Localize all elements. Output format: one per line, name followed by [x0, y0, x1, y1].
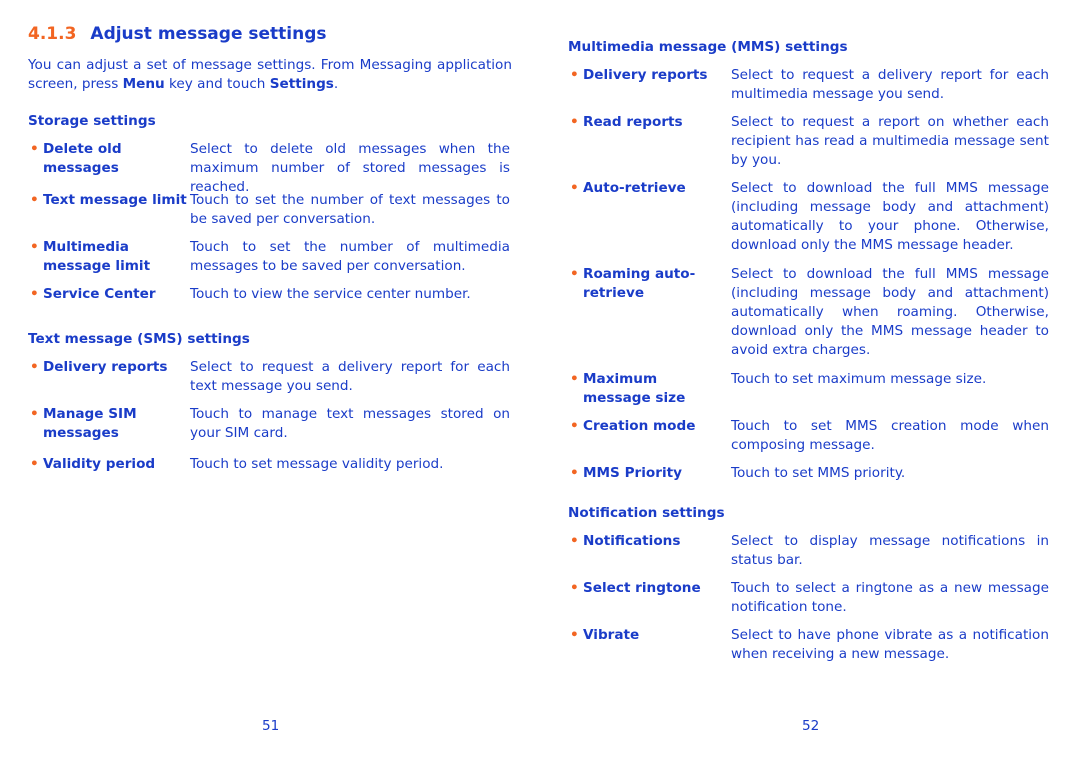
- intro-text: key and touch: [164, 76, 270, 92]
- bullet-icon: •: [30, 192, 39, 208]
- setting-term: Multimedia message limit: [43, 239, 151, 274]
- setting-term: Maximum message size: [583, 371, 686, 406]
- setting-term: Notifications: [583, 533, 681, 549]
- setting-term: Creation mode: [583, 418, 696, 434]
- bullet-icon: •: [570, 67, 579, 83]
- bullet-icon: •: [30, 286, 39, 302]
- section-title-text: Adjust message settings: [90, 24, 327, 44]
- setting-description: Select to request a delivery report for …: [190, 359, 510, 394]
- setting-term: Delivery reports: [583, 67, 708, 83]
- setting-term: Manage SIM messages: [43, 406, 137, 441]
- setting-term: Vibrate: [583, 627, 640, 643]
- setting-description: Touch to select a ringtone as a new mess…: [731, 580, 1049, 615]
- setting-description: Select to display message notifications …: [731, 533, 1049, 568]
- setting-term: MMS Priority: [583, 465, 682, 481]
- menu-key-label: Menu: [122, 76, 165, 92]
- page-number-right: 52: [802, 718, 820, 734]
- setting-term: Read reports: [583, 114, 683, 130]
- setting-description: Select to delete old messages when the m…: [190, 141, 510, 195]
- section-title: 4.1.3 Adjust message settings: [28, 23, 327, 45]
- setting-description: Select to have phone vibrate as a notifi…: [731, 627, 1049, 662]
- bullet-icon: •: [570, 371, 579, 387]
- bullet-icon: •: [570, 465, 579, 481]
- setting-term: Service Center: [43, 286, 156, 302]
- group-heading: Storage settings: [28, 113, 156, 129]
- bullet-icon: •: [30, 239, 39, 255]
- setting-description: Touch to set maximum message size.: [731, 371, 987, 387]
- intro-paragraph: You can adjust a set of message settings…: [28, 56, 512, 94]
- setting-description: Touch to set the number of multimedia me…: [190, 239, 510, 274]
- bullet-icon: •: [30, 141, 39, 157]
- setting-description: Touch to set MMS priority.: [731, 465, 906, 481]
- setting-description: Touch to view the service center number.: [190, 286, 471, 302]
- bullet-icon: •: [570, 180, 579, 196]
- setting-description: Touch to set message validity period.: [190, 456, 444, 472]
- bullet-icon: •: [30, 456, 39, 472]
- setting-description: Select to request a report on whether ea…: [731, 114, 1049, 168]
- bullet-icon: •: [30, 359, 39, 375]
- manual-page-spread: 4.1.3 Adjust message settings You can adj…: [0, 0, 1080, 767]
- bullet-icon: •: [570, 418, 579, 434]
- setting-term: Text message limit: [43, 192, 187, 208]
- group-heading: Notification settings: [568, 505, 725, 521]
- page-number-left: 51: [262, 718, 280, 734]
- setting-description: Select to download the full MMS message …: [731, 180, 1049, 253]
- setting-term: Validity period: [43, 456, 156, 472]
- setting-description: Touch to set the number of text messages…: [190, 192, 510, 227]
- bullet-icon: •: [30, 406, 39, 422]
- setting-term: Select ringtone: [583, 580, 701, 596]
- bullet-icon: •: [570, 533, 579, 549]
- group-heading: Text message (SMS) settings: [28, 331, 250, 347]
- setting-term: Delivery reports: [43, 359, 168, 375]
- setting-description: Select to request a delivery report for …: [731, 67, 1049, 102]
- setting-description: Touch to manage text messages stored on …: [190, 406, 510, 441]
- bullet-icon: •: [570, 627, 579, 643]
- setting-term: Auto-retrieve: [583, 180, 686, 196]
- group-heading: Multimedia message (MMS) settings: [568, 39, 848, 55]
- bullet-icon: •: [570, 114, 579, 130]
- setting-description: Select to download the full MMS message …: [731, 266, 1049, 358]
- setting-term: Delete old messages: [43, 141, 122, 176]
- setting-description: Touch to set MMS creation mode when comp…: [731, 418, 1049, 453]
- section-number: 4.1.3: [28, 24, 77, 44]
- bullet-icon: •: [570, 266, 579, 282]
- settings-label: Settings: [269, 76, 334, 92]
- bullet-icon: •: [570, 580, 579, 596]
- setting-term: Roaming auto-retrieve: [583, 266, 696, 301]
- intro-text: .: [333, 76, 339, 92]
